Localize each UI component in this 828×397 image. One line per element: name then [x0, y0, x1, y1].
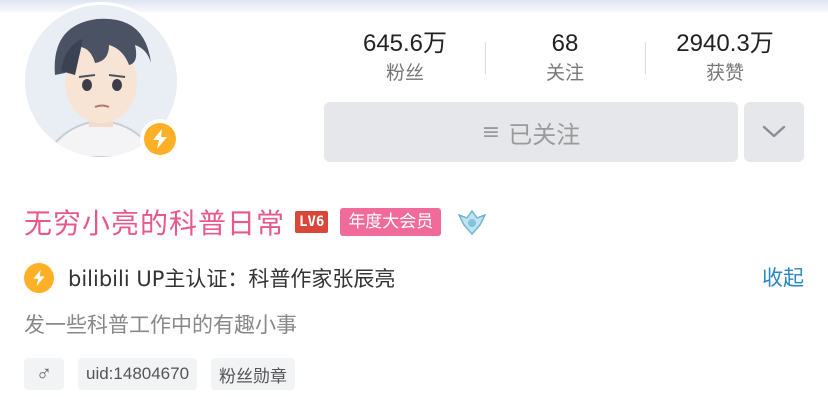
gender-tag: ♂ [24, 358, 64, 390]
verified-badge [140, 119, 180, 159]
stat-value: 68 [551, 30, 579, 57]
more-options-button[interactable] [744, 102, 804, 162]
name-row: 无穷小亮的科普日常 LV6 年度大会员 [24, 200, 489, 244]
menu-icon: ≡ [481, 119, 501, 145]
chevron-down-icon [762, 125, 786, 138]
followed-button[interactable]: ≡ 已关注 [324, 102, 738, 162]
verification-row: bilibili UP主认证：科普作家张辰亮 [24, 262, 395, 294]
username: 无穷小亮的科普日常 [24, 207, 286, 240]
lightning-icon [153, 129, 167, 149]
collapse-link[interactable]: 收起 [762, 262, 804, 294]
stat-label: 关注 [545, 62, 584, 84]
stat-fans[interactable]: 645.6万 粉丝 [325, 28, 485, 90]
stat-likes[interactable]: 2940.3万 获赞 [645, 28, 805, 90]
medal-icon[interactable] [455, 205, 489, 239]
followed-button-label: 已关注 [508, 120, 581, 149]
stat-label: 获赞 [705, 62, 744, 84]
lightning-icon [33, 270, 45, 286]
stats-bar: 645.6万 粉丝 68 关注 2940.3万 获赞 [325, 28, 805, 90]
bio-text: 发一些科普工作中的有趣小事 [24, 313, 297, 337]
verified-icon [24, 263, 54, 293]
stat-label: 粉丝 [385, 62, 424, 84]
level-badge: LV6 [295, 211, 329, 233]
tag-row: ♂ uid:14804670 粉丝勋章 [24, 358, 296, 390]
verification-text: bilibili UP主认证：科普作家张辰亮 [68, 267, 396, 291]
uid-tag[interactable]: uid:14804670 [78, 358, 198, 390]
stat-value: 2940.3万 [676, 30, 774, 57]
fan-medal-tag[interactable]: 粉丝勋章 [211, 358, 296, 390]
vip-badge[interactable]: 年度大会员 [340, 208, 442, 236]
stat-value: 645.6万 [362, 30, 448, 57]
stat-following[interactable]: 68 关注 [485, 28, 645, 90]
male-icon: ♂ [35, 361, 53, 386]
